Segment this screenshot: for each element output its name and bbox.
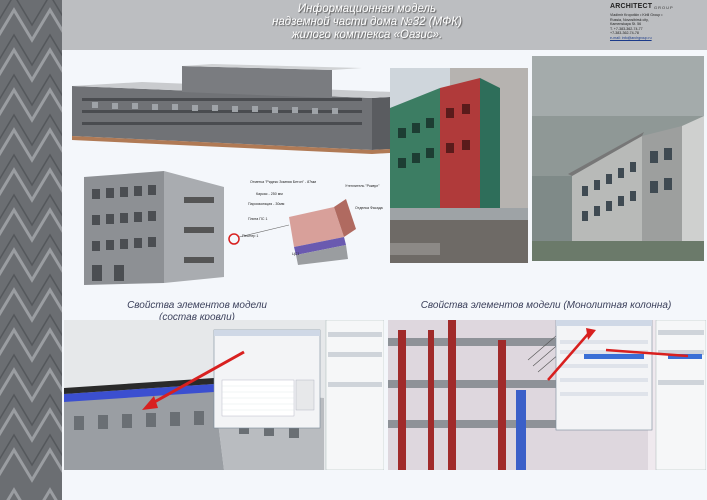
callout-6: Утеплитель "Роквул" [345,184,380,188]
header-bar: Информационная модель надземной части до… [62,0,707,50]
poster-page: Информационная модель надземной части до… [0,0,707,500]
chevron-pattern-icon [0,0,62,500]
caption-column: Свойства элементов модели (Монолитная ко… [420,300,672,311]
callout-7: Отделка Фасада [355,206,383,210]
photo-render-gray [532,56,704,261]
screenshot-column-properties [388,320,706,470]
title-line-2: надземной части дома №32 (МФК) [272,16,462,28]
title-line-1: Информационная модель [297,3,437,15]
callout-8: ЦС1 [292,252,300,256]
caption-roof-line-1: Свойства элементов модели [127,300,267,311]
callout-3: Пароизоляция - 30мм [248,202,285,206]
callout-1: Отметка "Ридекс Зимняя Бетон" - 87мм [250,180,317,184]
brand-line-6: e-mail: info@archgroup.ru [610,35,652,40]
brand-contacts: Vladimir Kropotkin • Kirill Group • Russ… [610,13,688,41]
page-title: Информационная модель надземной части до… [232,3,502,42]
brand-block: ARCHITECT GROUP Vladimir Kropotkin • Kir… [610,3,707,47]
callout-4: Плита ПС 1 [248,217,268,221]
title-line-3: жилого комплекса «Оазис». [291,29,443,41]
callout-5: Пес/пер 1 [242,234,259,238]
callout-2: Каркас - 250 мм [256,192,283,196]
decorative-band [0,0,62,500]
photo-render-colored [390,68,528,263]
brand-name: ARCHITECT [610,3,653,10]
screenshot-roof-properties [64,320,384,470]
brand-sub: GROUP [654,5,674,10]
